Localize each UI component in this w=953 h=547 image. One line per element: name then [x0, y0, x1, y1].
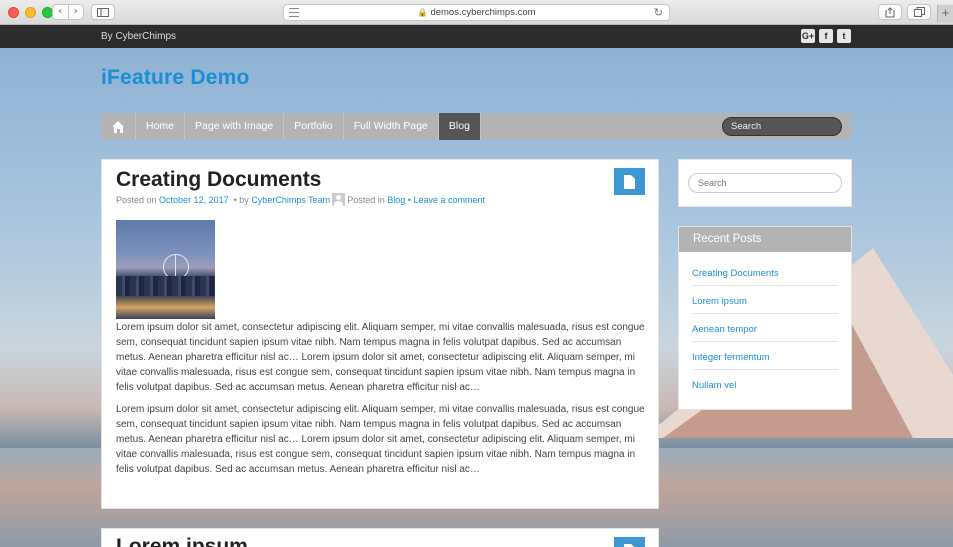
- post-date-link[interactable]: October 12, 2017: [159, 195, 229, 205]
- sidebar-search-input[interactable]: Search: [688, 173, 842, 193]
- back-button[interactable]: ‹: [53, 5, 69, 19]
- city-skyline: [116, 276, 215, 296]
- address-bar[interactable]: 🔒 demos.cyberchimps.com ↻: [283, 4, 670, 21]
- byline: By CyberChimps: [101, 31, 177, 42]
- menu-search-input[interactable]: Search: [722, 117, 842, 136]
- window-controls: [8, 7, 53, 18]
- menu-item-full-width-page[interactable]: Full Width Page: [344, 113, 439, 140]
- post-title[interactable]: Creating Documents: [116, 168, 321, 192]
- minimize-window-button[interactable]: [25, 7, 36, 18]
- tabs-icon: [913, 7, 925, 17]
- post-thumbnail[interactable]: [116, 220, 215, 319]
- post-excerpt-paragraph: Lorem ipsum dolor sit amet, consectetur …: [116, 404, 645, 475]
- recent-post-link[interactable]: Nullam vel: [692, 370, 838, 398]
- sidebar-toggle-button[interactable]: [91, 4, 115, 20]
- recent-posts-widget: Recent Posts Creating Documents Lorem ip…: [678, 226, 852, 410]
- lock-icon: 🔒: [417, 8, 428, 17]
- recent-posts-list: Creating Documents Lorem ipsum Aenean te…: [679, 252, 851, 398]
- posted-on-label: Posted on: [116, 194, 157, 205]
- recent-post-link[interactable]: Lorem ipsum: [692, 286, 838, 314]
- facebook-icon[interactable]: f: [819, 29, 833, 43]
- close-window-button[interactable]: [8, 7, 19, 18]
- sidebar-icon: [97, 7, 109, 17]
- forward-button[interactable]: ›: [69, 5, 84, 19]
- site-title[interactable]: iFeature Demo: [101, 66, 249, 90]
- document-icon: [624, 543, 635, 547]
- history-nav: ‹ ›: [52, 4, 84, 20]
- post-card: Lorem ipsum: [101, 528, 659, 547]
- url-text: demos.cyberchimps.com: [430, 7, 536, 18]
- menu-home-button[interactable]: [101, 113, 136, 140]
- recent-post-link[interactable]: Creating Documents: [692, 258, 838, 286]
- post-format-button[interactable]: [614, 537, 645, 547]
- sidebar-search-widget: Search: [678, 159, 852, 207]
- post-meta: Posted on October 12, 2017 • by CyberChi…: [116, 193, 485, 206]
- post-format-button[interactable]: [614, 168, 645, 195]
- document-icon: [624, 174, 635, 189]
- reader-view-icon[interactable]: [289, 8, 299, 17]
- recent-post-link[interactable]: Integer fermentum: [692, 342, 838, 370]
- reload-icon[interactable]: ↻: [654, 6, 663, 19]
- new-tab-button[interactable]: +: [937, 5, 953, 22]
- share-icon: [885, 6, 895, 17]
- menu-item-portfolio[interactable]: Portfolio: [284, 113, 344, 140]
- recent-post-link[interactable]: Aenean tempor: [692, 314, 838, 342]
- post-title[interactable]: Lorem ipsum: [116, 535, 248, 547]
- post-excerpt-paragraph: Lorem ipsum dolor sit amet, consectetur …: [116, 322, 645, 393]
- author-avatar: [332, 193, 346, 206]
- recent-posts-title: Recent Posts: [679, 227, 851, 252]
- home-icon: [111, 120, 125, 133]
- google-plus-icon[interactable]: G+: [801, 29, 815, 43]
- leave-comment-link[interactable]: Leave a comment: [413, 195, 485, 205]
- twitter-icon[interactable]: t: [837, 29, 851, 43]
- meta-separator: •: [407, 194, 411, 205]
- author-link[interactable]: CyberChimps Team: [251, 195, 330, 205]
- menu-item-blog[interactable]: Blog: [438, 113, 481, 140]
- category-link[interactable]: Blog: [387, 195, 405, 205]
- by-label: • by: [233, 194, 249, 205]
- menu-item-page-with-image[interactable]: Page with Image: [185, 113, 285, 140]
- site-topbar: By CyberChimps G+ f t: [0, 25, 953, 48]
- share-button[interactable]: [878, 4, 902, 20]
- browser-toolbar: ‹ › 🔒 demos.cyberchimps.com ↻ +: [0, 0, 953, 25]
- tab-overview-button[interactable]: [907, 4, 931, 20]
- menu-item-home[interactable]: Home: [136, 113, 186, 140]
- posted-in-label: Posted in: [347, 194, 385, 205]
- post-card: Creating Documents Posted on October 12,…: [101, 159, 659, 509]
